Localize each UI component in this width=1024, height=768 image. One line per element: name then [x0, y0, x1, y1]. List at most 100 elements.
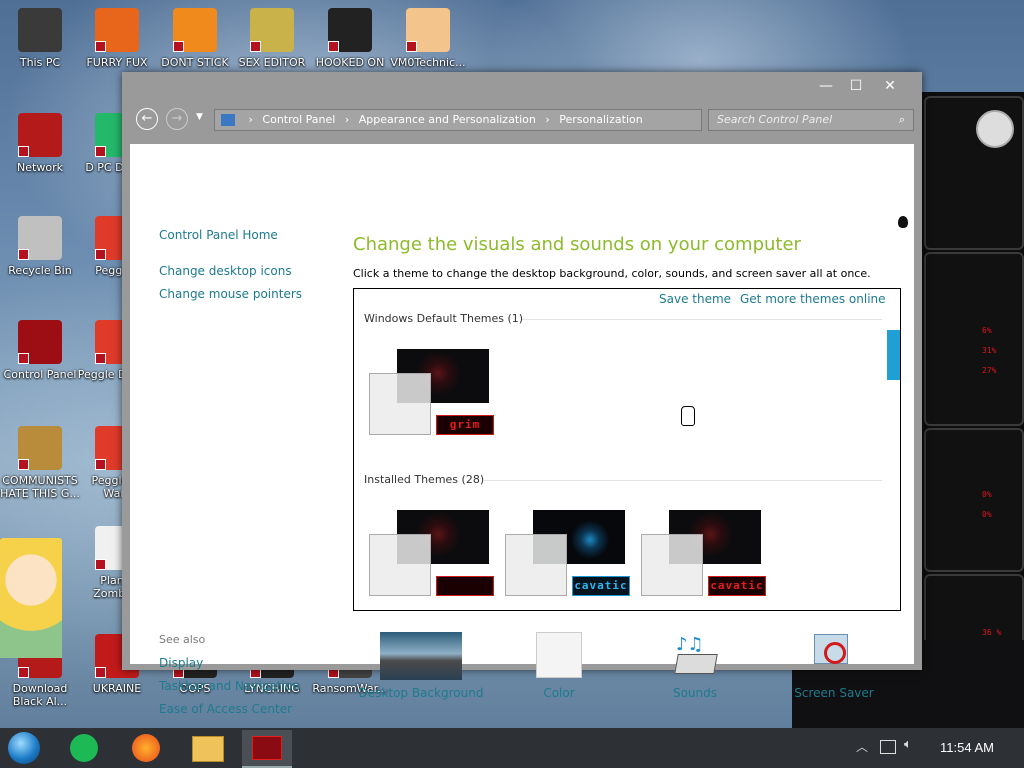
taskbar-app-active[interactable] [242, 730, 292, 768]
this-pc-icon [18, 8, 62, 52]
desktop-icon-label: COMMUNISTS HATE THIS G... [0, 474, 80, 500]
color-link[interactable]: Color [494, 686, 624, 700]
gadget-readout: 6% [982, 326, 992, 335]
desktop-icon-control-panel[interactable]: Control Panel [0, 320, 80, 381]
close-button[interactable]: ✕ [876, 76, 904, 96]
theme-logo-label [436, 576, 494, 596]
sounds-icon[interactable]: ♪♫ [670, 634, 720, 678]
taskbar-app[interactable] [64, 730, 104, 766]
desktop-icon-label: SEX EDITOR [238, 56, 306, 69]
change-mouse-pointers-link[interactable]: Change mouse pointers [159, 287, 302, 301]
forward-button[interactable]: → [166, 108, 188, 130]
control-panel-icon [221, 114, 235, 126]
desktop-icon-label: DONT STICK [161, 56, 229, 69]
recycle-bin-icon [18, 216, 62, 260]
page-description: Click a theme to change the desktop back… [353, 267, 871, 280]
get-more-themes-link[interactable]: Get more themes online [740, 292, 886, 306]
see-also-title: See also [159, 633, 206, 646]
shortcut-badge-icon [95, 146, 106, 157]
shortcut-badge-icon [95, 249, 106, 260]
display-link[interactable]: Display [159, 656, 203, 670]
desktop-icon-label: FURRY FUX [86, 56, 148, 69]
screen-saver-link[interactable]: Screen Saver [769, 686, 899, 700]
desktop-icon-furry-fux[interactable]: FURRY FUX [77, 8, 157, 69]
network-icon[interactable] [880, 740, 896, 754]
taskbar-app[interactable] [188, 730, 228, 766]
gadget-readout: 31% [982, 346, 997, 355]
theme-thumbnail[interactable]: cavatic [505, 510, 635, 600]
search-icon[interactable]: ⌕ [899, 110, 905, 130]
minimize-button[interactable]: — [812, 76, 840, 96]
breadcrumb-sep-icon: › [545, 113, 550, 126]
color-swatch[interactable] [536, 632, 582, 678]
cartoon-character-sticker [0, 538, 62, 658]
shortcut-badge-icon [95, 459, 106, 470]
maximize-button[interactable]: ☐ [842, 76, 870, 96]
desktop-background-thumbnail[interactable] [380, 632, 462, 680]
gadget-readout: 27% [982, 366, 997, 375]
desktop-icon-label: Recycle Bin [8, 264, 72, 277]
window-titlebar[interactable]: — ☐ ✕ [122, 72, 922, 100]
theme-list: Save theme Get more themes online Window… [353, 288, 901, 611]
scrollbar-thumb[interactable] [887, 330, 900, 380]
search-placeholder: Search Control Panel [717, 113, 833, 126]
desktop-icon-recycle-bin[interactable]: Recycle Bin [0, 216, 80, 277]
desktop-icon-dont-stick[interactable]: DONT STICK [155, 8, 235, 69]
shortcut-badge-icon [18, 249, 29, 260]
search-input[interactable]: Search Control Panel ⌕ [708, 109, 914, 131]
desktop-icon-hooked-on[interactable]: HOOKED ON [310, 8, 390, 69]
theme-color-preview [641, 534, 703, 596]
volume-icon[interactable]: 🔈︎ [904, 737, 912, 752]
desktop-background-link[interactable]: Desktop Background [356, 686, 486, 700]
hand-cursor-icon [681, 406, 695, 426]
change-desktop-icons-link[interactable]: Change desktop icons [159, 264, 292, 278]
sounds-link[interactable]: Sounds [630, 686, 760, 700]
theme-logo-label: cavatic [572, 576, 630, 596]
desktop-icon-network[interactable]: Network [0, 113, 80, 174]
chat-app-icon [70, 734, 98, 762]
desktop-icon-label: Network [17, 161, 63, 174]
control-panel-icon [18, 320, 62, 364]
group-divider [484, 480, 882, 481]
alien-head-icon [976, 110, 1014, 148]
start-button[interactable] [8, 732, 40, 764]
taskbar-navigation-link[interactable]: Taskbar and Navigation [159, 679, 300, 693]
sex-editor-icon [250, 8, 294, 52]
breadcrumb-personalization[interactable]: Personalization [559, 113, 642, 126]
gadget-readout: 36 % [982, 628, 1002, 637]
desktop-icon-vmo-technic[interactable]: VM0Technic... [388, 8, 468, 69]
control-panel-icon [252, 736, 282, 760]
recent-locations-dropdown[interactable]: ▼ [196, 112, 203, 122]
breadcrumb-appearance[interactable]: Appearance and Personalization [359, 113, 536, 126]
desktop-icon-label: HOOKED ON [315, 56, 385, 69]
ease-of-access-link[interactable]: Ease of Access Center [159, 702, 292, 716]
desktop-icon-sex-editor[interactable]: SEX EDITOR [232, 8, 312, 69]
hooked-on-icon [328, 8, 372, 52]
back-button[interactable]: ← [136, 108, 158, 130]
breadcrumb-control-panel[interactable]: Control Panel [262, 113, 335, 126]
desktop-icon-label: VM0Technic... [390, 56, 466, 69]
theme-color-preview [505, 534, 567, 596]
theme-thumbnail[interactable] [369, 510, 499, 600]
gadget-block [924, 428, 1024, 572]
desktop-icon-this-pc[interactable]: This PC [0, 8, 80, 69]
theme-logo-label: cavatic [708, 576, 766, 596]
help-icon[interactable] [898, 216, 908, 228]
save-theme-link[interactable]: Save theme [659, 292, 731, 306]
show-hidden-icons-button[interactable]: ︿ [856, 738, 868, 755]
control-panel-home-link[interactable]: Control Panel Home [159, 228, 278, 242]
desktop-icon-label: Control Panel [3, 368, 77, 381]
desktop-icon-communists[interactable]: COMMUNISTS HATE THIS G... [0, 426, 80, 500]
taskbar: ︿ 🔈︎ 11:54 AM [0, 728, 1024, 768]
theme-thumbnail[interactable]: grim [369, 349, 499, 439]
theme-thumbnail[interactable]: cavatic [641, 510, 771, 600]
breadcrumb-sep-icon: › [248, 113, 253, 126]
breadcrumb[interactable]: › Control Panel › Appearance and Persona… [214, 109, 702, 131]
taskbar-app[interactable] [126, 730, 166, 766]
firefox-icon [132, 734, 160, 762]
clock[interactable]: 11:54 AM [940, 740, 994, 755]
shortcut-badge-icon [95, 667, 106, 678]
screen-saver-icon[interactable] [810, 632, 856, 678]
shortcut-badge-icon [18, 353, 29, 364]
alien-gadget-panel: 6%31%27%0%0%36 %100 %100 % [920, 92, 1024, 728]
